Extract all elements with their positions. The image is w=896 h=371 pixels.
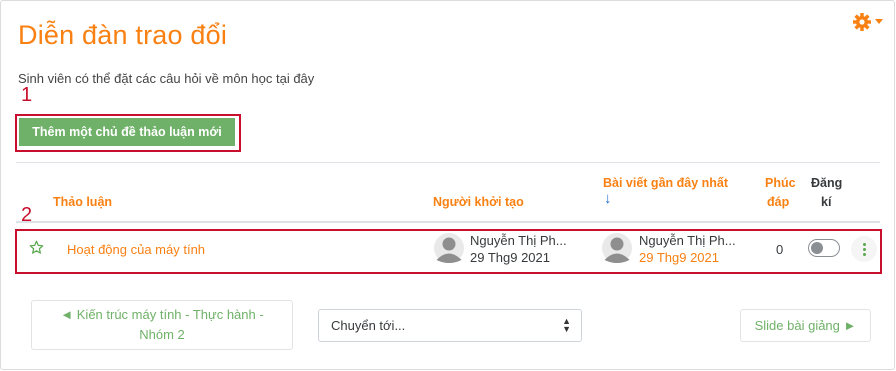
divider <box>16 162 880 163</box>
previous-activity-line2: Nhóm 2 <box>139 327 185 342</box>
toggle-knob <box>811 242 823 254</box>
sort-desc-icon[interactable]: ↓ <box>604 190 612 207</box>
table-header-divider <box>16 221 880 223</box>
next-activity-link[interactable]: Slide bài giảng ► <box>740 309 871 342</box>
column-header-last-post[interactable]: Bài viết gần đây nhất <box>603 176 728 190</box>
annotation-box-1: Thêm một chủ đề thảo luận mới <box>15 114 241 152</box>
settings-menu[interactable] <box>852 12 883 32</box>
add-discussion-button[interactable]: Thêm một chủ đề thảo luận mới <box>19 118 235 146</box>
annotation-marker-1: 1 <box>21 84 33 106</box>
column-header-subscribe-line2: kí <box>821 195 832 209</box>
discussion-link[interactable]: Hoạt động của máy tính <box>67 242 205 257</box>
caret-down-icon <box>875 19 883 24</box>
last-post-author[interactable]: Nguyễn Thị Ph... <box>639 233 739 248</box>
previous-activity-line1: ◄ Kiến trúc máy tính - Thực hành - <box>60 307 264 322</box>
column-header-replies-line1[interactable]: Phúc <box>765 176 796 190</box>
avatar-icon <box>602 233 632 263</box>
page-title: Diễn đàn trao đổi <box>18 20 228 50</box>
replies-count: 0 <box>776 242 784 257</box>
column-header-replies-line2[interactable]: đáp <box>767 195 789 209</box>
select-arrows-icon: ▲ ▼ <box>562 316 571 334</box>
subscribe-toggle[interactable] <box>808 239 840 257</box>
column-header-discussion[interactable]: Thảo luận <box>53 195 112 209</box>
jump-to-label: Chuyển tới... <box>331 318 406 333</box>
last-post-date[interactable]: 29 Thg9 2021 <box>639 250 719 265</box>
annotation-marker-2: 2 <box>21 204 33 226</box>
column-header-started-by[interactable]: Người khởi tạo <box>433 195 524 209</box>
forum-description: Sinh viên có thể đặt các câu hỏi về môn … <box>18 71 315 86</box>
star-icon[interactable] <box>29 240 44 255</box>
column-header-subscribe-line1: Đăng <box>811 176 843 190</box>
jump-to-select[interactable]: Chuyển tới... ▲ ▼ <box>318 309 582 342</box>
avatar-icon <box>434 233 464 263</box>
gear-icon <box>853 13 871 31</box>
kebab-menu-icon[interactable] <box>851 236 877 262</box>
previous-activity-link[interactable]: ◄ Kiến trúc máy tính - Thực hành - Nhóm … <box>31 300 293 350</box>
starter-name[interactable]: Nguyễn Thị Ph... <box>470 233 570 248</box>
starter-date: 29 Thg9 2021 <box>470 250 550 265</box>
